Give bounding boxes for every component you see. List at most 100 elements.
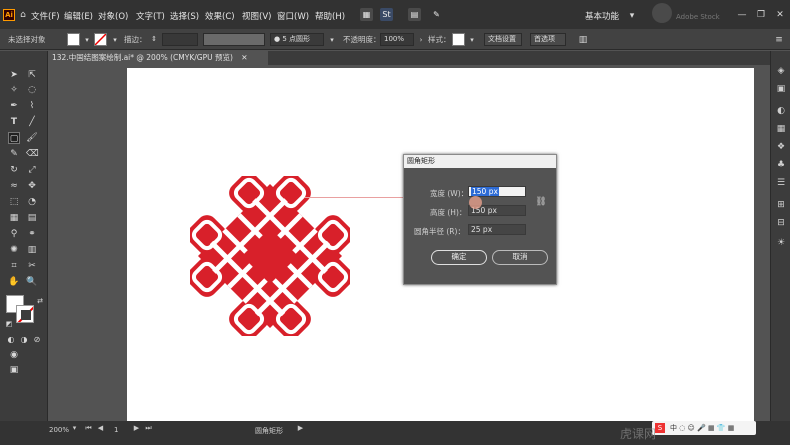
rotate-tool-icon[interactable]: ↻: [8, 164, 20, 176]
gradient-tool-icon[interactable]: ▤: [26, 212, 38, 224]
ok-button[interactable]: 确定: [431, 250, 487, 265]
pen-tool-icon[interactable]: ✒: [8, 100, 20, 112]
menu-select[interactable]: 选择(S): [170, 10, 199, 22]
fill-dropdown-icon[interactable]: ▾: [81, 34, 93, 46]
stroke-dropdown-icon[interactable]: ▾: [109, 34, 121, 46]
style-dropdown-icon[interactable]: ▾: [466, 34, 478, 46]
libraries-panel-icon[interactable]: ▣: [775, 83, 787, 95]
magic-wand-tool-icon[interactable]: ✧: [8, 84, 20, 96]
symbol-sprayer-tool-icon[interactable]: ✺: [8, 244, 20, 256]
stroke-weight-input[interactable]: [162, 33, 198, 46]
none-mode-icon[interactable]: ⊘: [31, 334, 43, 346]
direct-selection-tool-icon[interactable]: ⇱: [26, 69, 38, 81]
color-guide-panel-icon[interactable]: ▦: [775, 123, 787, 135]
cancel-button[interactable]: 取消: [492, 250, 548, 265]
menu-window[interactable]: 窗口(W): [277, 10, 309, 22]
color-mode-icon[interactable]: ◐: [5, 334, 17, 346]
draw-mode-icon[interactable]: ◉: [8, 349, 20, 361]
arrange-icon[interactable]: ▦: [360, 8, 373, 21]
shaper-tool-icon[interactable]: ✎: [8, 148, 20, 160]
align-panel-icon[interactable]: ⊞: [775, 199, 787, 211]
control-menu-icon[interactable]: ≡: [773, 34, 785, 46]
prev-artboard-icon[interactable]: ◀: [96, 424, 105, 432]
artboard-number[interactable]: 1: [114, 426, 118, 434]
brushes-panel-icon[interactable]: ♣: [775, 159, 787, 171]
stroke-swatch[interactable]: [94, 33, 107, 46]
free-transform-tool-icon[interactable]: ⬚: [8, 196, 20, 208]
eyedropper-tool-icon[interactable]: ⚲: [8, 228, 20, 240]
close-icon[interactable]: ✕: [774, 9, 786, 21]
width-tool-icon[interactable]: ≈: [8, 180, 20, 192]
variable-width-profile[interactable]: [203, 33, 265, 46]
stroke-color-box[interactable]: [16, 305, 34, 323]
preferences-button[interactable]: 首选项: [530, 33, 566, 46]
eraser-tool-icon[interactable]: ⌫: [26, 148, 39, 160]
menu-effect[interactable]: 效果(C): [205, 10, 235, 22]
symbols-panel-icon[interactable]: ☰: [775, 177, 787, 189]
minimize-icon[interactable]: —: [736, 9, 748, 21]
puppet-warp-tool-icon[interactable]: ✥: [26, 180, 38, 192]
scale-tool-icon[interactable]: ⤢: [26, 164, 38, 176]
next-artboard-icon[interactable]: ▶: [132, 424, 141, 432]
menu-edit[interactable]: 编辑(E): [64, 10, 93, 22]
corner-radius-input[interactable]: 25 px: [468, 224, 526, 235]
color-panel-icon[interactable]: ◐: [775, 105, 787, 117]
swatches-panel-icon[interactable]: ❖: [775, 141, 787, 153]
gradient-mode-icon[interactable]: ◑: [18, 334, 30, 346]
lasso-tool-icon[interactable]: ◌: [26, 84, 38, 96]
restore-icon[interactable]: ❐: [755, 9, 767, 21]
selection-tool-icon[interactable]: ➤: [8, 69, 20, 81]
chevron-down-icon[interactable]: ▾: [626, 10, 638, 22]
stroke-stepper-icon[interactable]: ⇕: [148, 33, 160, 45]
workspace-switcher[interactable]: 基本功能: [585, 10, 619, 22]
status-arrow-icon[interactable]: ▶: [296, 424, 305, 432]
document-tab[interactable]: 132.中国结图案绘制.ai* @ 200% (CMYK/GPU 预览) ✕: [48, 51, 268, 65]
zoom-level[interactable]: 200%: [49, 426, 69, 434]
hand-tool-icon[interactable]: ✋: [8, 276, 20, 288]
layout-icon[interactable]: ▤: [408, 8, 421, 21]
blend-tool-icon[interactable]: ⚭: [26, 228, 38, 240]
fill-swatch[interactable]: [67, 33, 80, 46]
menu-help[interactable]: 帮助(H): [315, 10, 345, 22]
document-setup-button[interactable]: 文档设置: [484, 33, 522, 46]
default-colors-icon[interactable]: ◩: [3, 318, 15, 330]
artboard-tool-icon[interactable]: ⌗: [8, 260, 20, 272]
opacity-arrow-icon[interactable]: ›: [415, 34, 427, 46]
pathfinder-panel-icon[interactable]: ⊟: [775, 217, 787, 229]
menu-view[interactable]: 视图(V): [242, 10, 271, 22]
swap-colors-icon[interactable]: ⇄: [34, 295, 46, 307]
opacity-input[interactable]: 100%: [380, 33, 414, 46]
home-icon[interactable]: ⌂: [17, 9, 29, 21]
type-tool-icon[interactable]: T: [8, 116, 20, 128]
column-graph-tool-icon[interactable]: ▥: [26, 244, 38, 256]
brush-definition-label: 5 点圆形: [282, 35, 311, 43]
align-icon[interactable]: ▥: [577, 34, 589, 46]
zoom-dropdown-icon[interactable]: ▾: [70, 424, 79, 432]
constrain-proportions-icon[interactable]: ⛓: [535, 196, 547, 208]
shape-builder-tool-icon[interactable]: ◔: [26, 196, 38, 208]
rounded-rectangle-tool-icon[interactable]: ▢: [8, 132, 20, 144]
perspective-grid-tool-icon[interactable]: ▦: [8, 212, 20, 224]
line-segment-tool-icon[interactable]: ╱: [26, 116, 38, 128]
chinese-knot-artwork[interactable]: [190, 176, 350, 336]
brush-definition-dropdown[interactable]: ● 5 点圆形: [270, 33, 324, 46]
screen-mode-icon[interactable]: ▣: [8, 364, 20, 376]
curvature-tool-icon[interactable]: ⌇: [26, 100, 38, 112]
ime-toolbar[interactable]: S 中 ◌ ☺ 🎤 ▦ 👕 ▦: [652, 421, 756, 435]
menu-file[interactable]: 文件(F): [31, 10, 60, 22]
slice-tool-icon[interactable]: ✂: [26, 260, 38, 272]
graphic-style-swatch[interactable]: [452, 33, 465, 46]
user-avatar[interactable]: [652, 3, 672, 23]
last-artboard-icon[interactable]: ⏭: [144, 424, 153, 432]
first-artboard-icon[interactable]: ⏮: [84, 424, 93, 432]
stock-icon[interactable]: St: [380, 8, 393, 21]
brush-sync-icon[interactable]: ✎: [430, 8, 443, 21]
paintbrush-tool-icon[interactable]: 🖌: [26, 132, 38, 144]
menu-type[interactable]: 文字(T): [136, 10, 165, 22]
menu-object[interactable]: 对象(O): [98, 10, 128, 22]
properties-panel-icon[interactable]: ◈: [775, 65, 787, 77]
transparency-panel-icon[interactable]: ☀: [775, 237, 787, 249]
tab-close-icon[interactable]: ✕: [241, 53, 247, 62]
brush-dropdown-icon[interactable]: ▾: [326, 34, 338, 46]
zoom-tool-icon[interactable]: 🔍: [26, 276, 38, 288]
